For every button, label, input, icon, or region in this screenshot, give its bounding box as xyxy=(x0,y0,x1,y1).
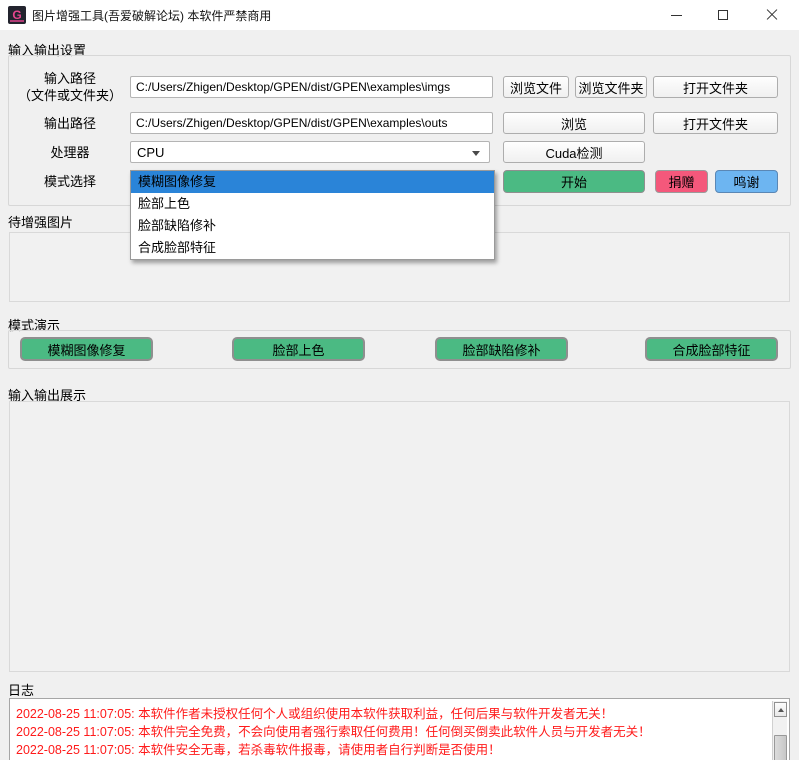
thanks-button[interactable]: 鸣谢 xyxy=(715,170,778,193)
maximize-icon xyxy=(718,10,728,20)
dropdown-option-face-colorize[interactable]: 脸部上色 xyxy=(131,193,494,215)
demo-face-synthesis-button[interactable]: 合成脸部特征 xyxy=(645,337,778,361)
demo-face-inpainting-button[interactable]: 脸部缺陷修补 xyxy=(435,337,568,361)
start-button[interactable]: 开始 xyxy=(503,170,645,193)
processor-selected-value: CPU xyxy=(137,144,165,160)
app-window: G 图片增强工具(吾爱破解论坛) 本软件严禁商用 输入输出设置 输入路径 （文件… xyxy=(0,0,799,760)
open-input-folder-button[interactable]: 打开文件夹 xyxy=(653,76,778,98)
mode-dropdown-popup: 模糊图像修复 脸部上色 脸部缺陷修补 合成脸部特征 xyxy=(130,170,495,260)
processor-combobox[interactable]: CPU xyxy=(130,141,490,163)
log-entry: 2022-08-25 11:07:05: 本软件安全无毒，若杀毒软件报毒，请使用… xyxy=(16,743,501,757)
log-entry: 2022-08-25 11:07:05: 本软件完全免费，不会向使用者强行索取任… xyxy=(16,725,651,739)
log-lines: 2022-08-25 11:07:05: 本软件作者未授权任何个人或组织使用本软… xyxy=(16,705,767,759)
input-path-label: 输入路径 （文件或文件夹） xyxy=(14,70,126,104)
demo-blur-restore-button[interactable]: 模糊图像修复 xyxy=(20,337,153,361)
window-title: 图片增强工具(吾爱破解论坛) 本软件严禁商用 xyxy=(32,8,272,23)
browse-folder-button[interactable]: 浏览文件夹 xyxy=(575,76,647,98)
input-path-label-line2: （文件或文件夹） xyxy=(17,88,122,103)
close-button[interactable] xyxy=(749,0,795,30)
donate-button[interactable]: 捐赠 xyxy=(655,170,708,193)
input-path-label-line1: 输入路径 xyxy=(43,71,96,86)
scrollbar-thumb[interactable] xyxy=(774,735,787,760)
open-output-folder-button[interactable]: 打开文件夹 xyxy=(653,112,778,134)
output-path-label: 输出路径 xyxy=(43,116,96,131)
processor-label: 处理器 xyxy=(50,145,90,160)
dropdown-option-face-inpainting[interactable]: 脸部缺陷修补 xyxy=(131,215,494,237)
minimize-icon xyxy=(670,14,682,16)
chevron-down-icon xyxy=(472,151,480,156)
browse-output-button[interactable]: 浏览 xyxy=(503,112,645,134)
close-icon xyxy=(766,9,778,21)
demo-face-colorize-button[interactable]: 脸部上色 xyxy=(232,337,365,361)
io-display-panel xyxy=(9,401,790,672)
log-box: 2022-08-25 11:07:05: 本软件作者未授权任何个人或组织使用本软… xyxy=(9,698,790,760)
dropdown-option-face-synthesis[interactable]: 合成脸部特征 xyxy=(131,237,494,259)
log-entry: 2022-08-25 11:07:05: 本软件作者未授权任何个人或组织使用本软… xyxy=(16,707,614,721)
log-title: 日志 xyxy=(8,683,35,698)
minimize-button[interactable] xyxy=(653,0,699,30)
titlebar: G 图片增强工具(吾爱破解论坛) 本软件严禁商用 xyxy=(0,0,799,30)
cuda-check-button[interactable]: Cuda检测 xyxy=(503,141,645,163)
log-scrollbar[interactable] xyxy=(772,701,787,760)
mode-select-label: 模式选择 xyxy=(43,174,96,189)
pending-images-title: 待增强图片 xyxy=(8,215,74,230)
scroll-up-icon xyxy=(777,707,784,712)
maximize-button[interactable] xyxy=(700,0,746,30)
browse-file-button[interactable]: 浏览文件 xyxy=(503,76,569,98)
input-path-field[interactable] xyxy=(130,76,493,98)
app-icon: G xyxy=(8,6,26,24)
dropdown-option-blur-restore[interactable]: 模糊图像修复 xyxy=(131,171,494,193)
output-path-field[interactable] xyxy=(130,112,493,134)
scroll-up-button[interactable] xyxy=(774,702,787,717)
